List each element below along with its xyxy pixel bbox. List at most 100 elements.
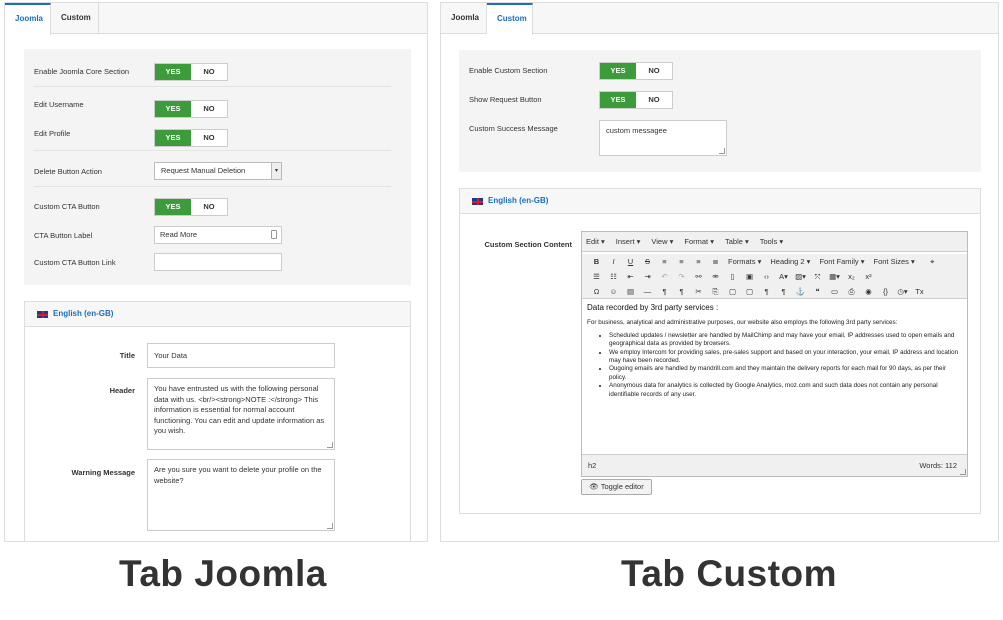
rtl-icon[interactable]: ¶ <box>673 287 690 296</box>
italic-icon[interactable]: I <box>605 257 622 266</box>
yes-no-toggle[interactable]: YES NO <box>599 62 673 80</box>
clock-icon[interactable]: ◷▾ <box>894 287 911 296</box>
toggle-editor-button[interactable]: 👁 Toggle editor <box>581 479 652 495</box>
tab-joomla[interactable]: Joomla <box>5 3 51 35</box>
menu-edit[interactable]: Edit ▾ <box>586 237 605 246</box>
align-center-icon[interactable]: ≡ <box>673 257 690 266</box>
align-left-icon[interactable]: ≡ <box>656 257 673 266</box>
image-icon[interactable]: ▣ <box>741 272 758 281</box>
special-char-icon[interactable]: Ω <box>588 287 605 296</box>
menu-format[interactable]: Format ▾ <box>684 237 714 246</box>
uk-flag-icon <box>472 198 483 205</box>
code-icon[interactable]: ‹› <box>758 272 775 281</box>
warning-textarea[interactable]: Are you sure you want to delete your pro… <box>147 459 335 531</box>
resize-handle[interactable] <box>327 442 333 448</box>
superscript-icon[interactable]: x² <box>860 272 877 281</box>
yes-option[interactable]: YES <box>155 101 191 117</box>
paste-text-icon[interactable]: ▢ <box>741 287 758 296</box>
formats-dropdown[interactable]: Formats ▾ <box>728 257 761 266</box>
numbered-list-icon[interactable]: ☷ <box>605 272 622 281</box>
resize-handle[interactable] <box>960 469 966 475</box>
tab-custom[interactable]: Custom <box>51 3 99 34</box>
horizontal-rule-icon[interactable]: — <box>639 287 656 296</box>
yes-option[interactable]: YES <box>155 64 191 80</box>
yes-option[interactable]: YES <box>155 199 191 215</box>
menu-view[interactable]: View ▾ <box>651 237 673 246</box>
header-textarea[interactable]: You have entrusted us with the following… <box>147 378 335 450</box>
heading-dropdown[interactable]: Heading 2 ▾ <box>770 257 810 266</box>
list-item: Scheduled updates / newsletter are handl… <box>609 332 962 349</box>
no-option[interactable]: NO <box>636 92 672 108</box>
template-icon[interactable]: ▭ <box>826 287 843 296</box>
success-message-textarea[interactable]: custom messagee <box>599 120 727 156</box>
media-icon[interactable]: ▤ <box>622 287 639 296</box>
editor-content[interactable]: Data recorded by 3rd party services : Fo… <box>582 298 967 453</box>
tab-joomla[interactable]: Joomla <box>441 3 487 34</box>
yes-no-toggle[interactable]: YES NO <box>154 129 228 147</box>
underline-icon[interactable]: U <box>622 257 639 266</box>
label: Edit Username <box>34 100 84 109</box>
resize-handle[interactable] <box>327 523 333 529</box>
bullet-list-icon[interactable]: ☰ <box>588 272 605 281</box>
strikethrough-icon[interactable]: S <box>639 257 656 266</box>
background-color-icon[interactable]: ▨▾ <box>792 272 809 281</box>
no-option[interactable]: NO <box>191 101 227 117</box>
print-icon[interactable]: ⎙ <box>843 287 860 297</box>
anchor-icon[interactable]: ⚓ <box>792 287 809 296</box>
table-icon[interactable]: ▦▾ <box>826 272 843 281</box>
align-justify-icon[interactable]: ≣ <box>707 257 724 266</box>
yes-no-toggle[interactable]: YES NO <box>154 198 228 216</box>
blockquote-icon[interactable]: ❝ <box>809 287 826 296</box>
align-right-icon[interactable]: ≡ <box>690 257 707 266</box>
yes-option[interactable]: YES <box>600 92 636 108</box>
tab-custom[interactable]: Custom <box>487 3 533 35</box>
undo-icon[interactable]: ↶ <box>656 272 673 281</box>
cta-link-input[interactable] <box>154 253 282 271</box>
menu-table[interactable]: Table ▾ <box>725 237 749 246</box>
text-color-icon[interactable]: A▾ <box>775 272 792 281</box>
bold-icon[interactable]: B <box>588 257 605 266</box>
bookmark-icon[interactable]: ▯ <box>724 272 741 281</box>
cta-label-input[interactable]: Read More <box>154 226 282 244</box>
yes-option[interactable]: YES <box>155 130 191 146</box>
subscript-icon[interactable]: x₂ <box>843 272 860 281</box>
copy-icon[interactable]: ⎘ <box>707 287 724 297</box>
no-option[interactable]: NO <box>191 64 227 80</box>
binoculars-icon[interactable]: ⌖ <box>924 257 941 267</box>
no-option[interactable]: NO <box>191 130 227 146</box>
setting-cta-link: Custom CTA Button Link <box>34 248 391 278</box>
chevron-down-icon: ▾ <box>271 163 281 179</box>
yes-option[interactable]: YES <box>600 63 636 79</box>
list-item: Anonymous data for analytics is collecte… <box>609 382 962 399</box>
delete-action-select[interactable]: Request Manual Deletion ▾ <box>154 162 282 180</box>
yes-no-toggle[interactable]: YES NO <box>599 91 673 109</box>
font-family-dropdown[interactable]: Font Family ▾ <box>819 257 864 266</box>
indent-icon[interactable]: ⇥ <box>639 272 656 281</box>
title-input[interactable]: Your Data <box>147 343 335 368</box>
clear-formatting-icon[interactable]: Tx <box>911 287 928 296</box>
emoticons-icon[interactable]: ☺ <box>605 287 622 296</box>
content-label: Custom Section Content <box>484 240 573 249</box>
menu-insert[interactable]: Insert ▾ <box>616 237 641 246</box>
no-option[interactable]: NO <box>191 199 227 215</box>
yes-no-toggle[interactable]: YES NO <box>154 100 228 118</box>
menu-tools[interactable]: Tools ▾ <box>760 237 783 246</box>
element-path[interactable]: h2 <box>588 461 596 470</box>
ltr-icon[interactable]: ¶ <box>656 287 673 296</box>
code-sample-icon[interactable]: {} <box>877 287 894 296</box>
fullscreen-icon[interactable]: ⤧ <box>809 272 826 282</box>
no-option[interactable]: NO <box>636 63 672 79</box>
tab-bar: Joomla Custom <box>5 3 427 35</box>
font-sizes-dropdown[interactable]: Font Sizes ▾ <box>873 257 914 266</box>
cut-icon[interactable]: ✂ <box>690 287 707 296</box>
resize-handle[interactable] <box>719 148 725 154</box>
visual-chars-icon[interactable]: ¶ <box>775 287 792 296</box>
preview-icon[interactable]: ◉ <box>860 287 877 296</box>
outdent-icon[interactable]: ⇤ <box>622 272 639 281</box>
redo-icon[interactable]: ↷ <box>673 272 690 281</box>
yes-no-toggle[interactable]: YES NO <box>154 63 228 81</box>
unlink-icon[interactable]: ⚮ <box>707 272 724 281</box>
link-icon[interactable]: ⚯ <box>690 272 707 281</box>
show-blocks-icon[interactable]: ¶ <box>758 287 775 296</box>
paste-icon[interactable]: ▢ <box>724 287 741 296</box>
